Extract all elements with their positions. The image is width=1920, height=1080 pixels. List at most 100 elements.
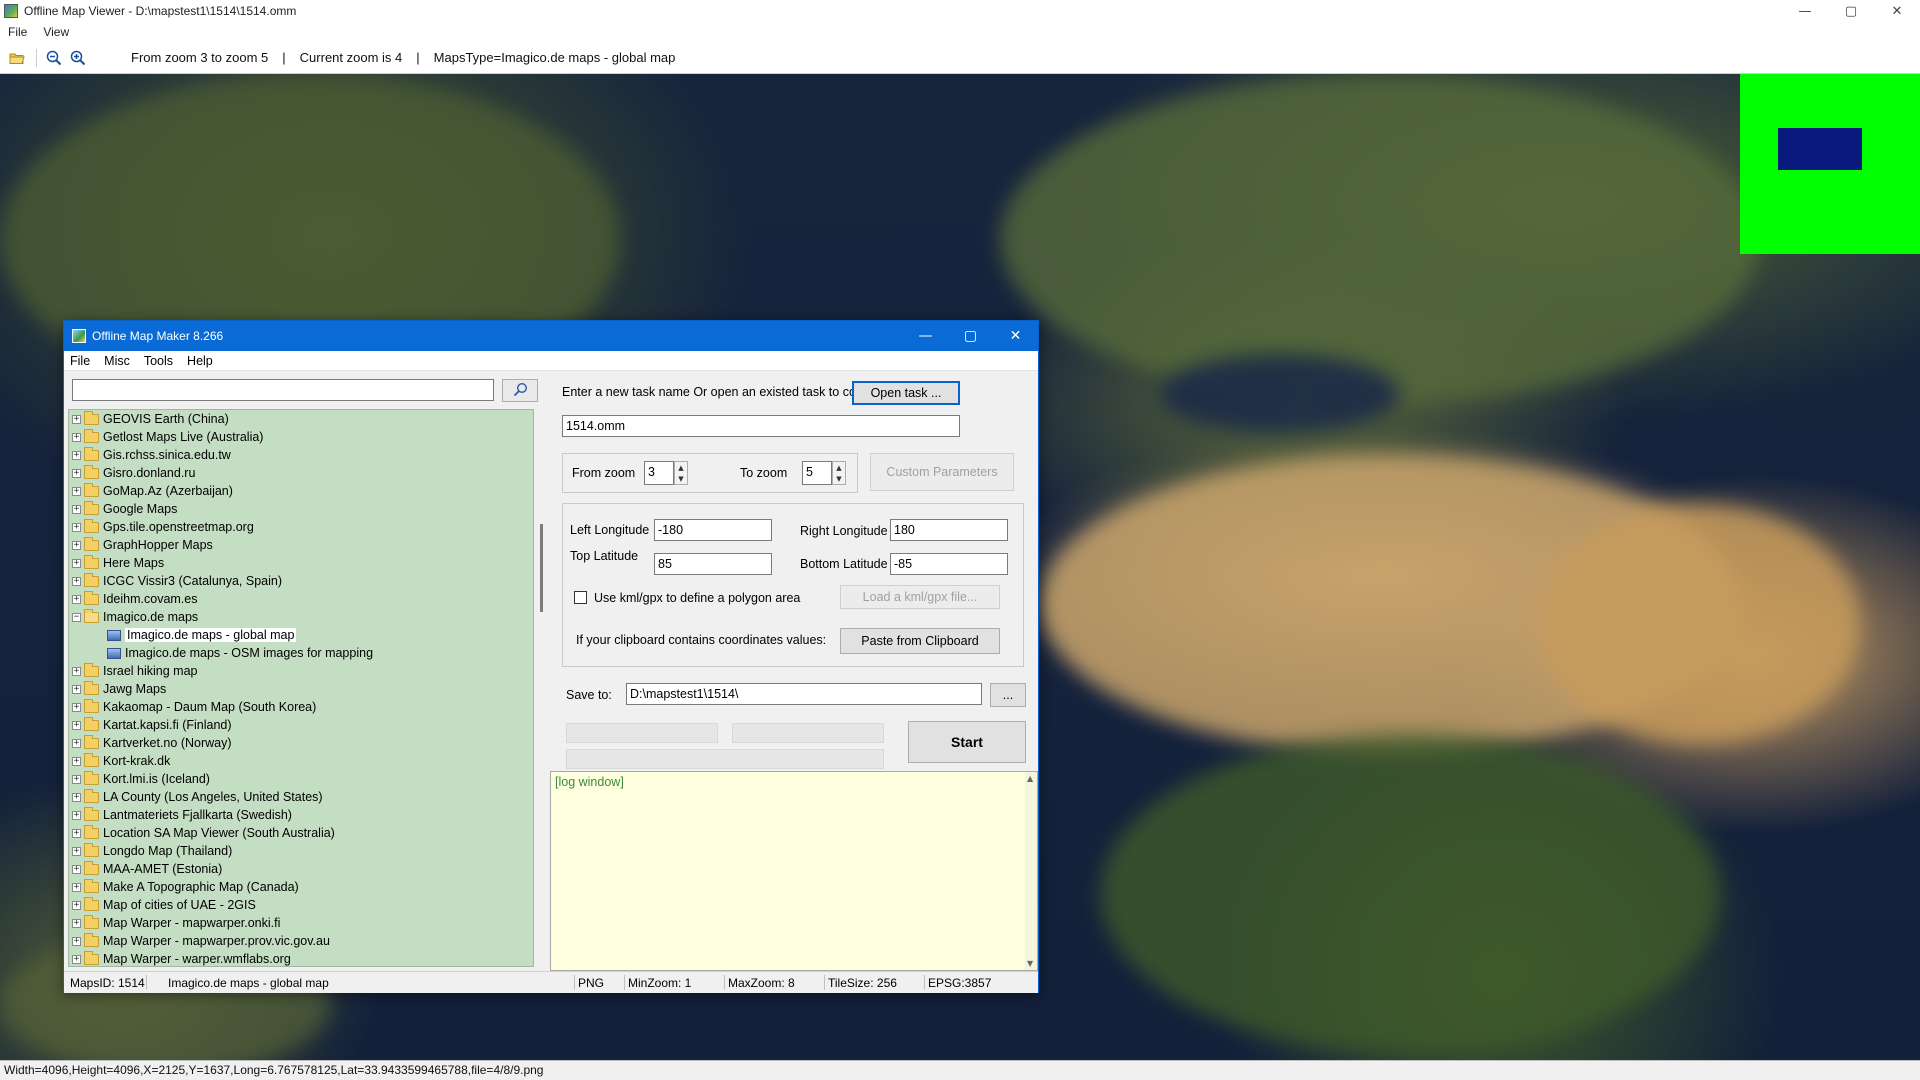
expand-icon[interactable]: + xyxy=(72,468,81,478)
save-path-field[interactable]: D:\mapstest1\1514\ xyxy=(626,683,982,705)
expand-icon[interactable]: + xyxy=(72,864,81,874)
paste-clipboard-button[interactable]: Paste from Clipboard xyxy=(840,628,1000,654)
tree-folder-item[interactable]: + ICGC Vissir3 (Catalunya, Spain) xyxy=(69,572,533,590)
tree-folder-item[interactable]: − Imagico.de maps xyxy=(69,608,533,626)
tree-map-item[interactable]: Imagico.de maps - global map xyxy=(69,626,533,644)
maximize-button[interactable]: ▢ xyxy=(1828,0,1874,22)
kml-polygon-checkbox[interactable] xyxy=(574,591,587,604)
expand-icon[interactable]: + xyxy=(72,684,81,694)
custom-parameters-button[interactable]: Custom Parameters xyxy=(870,453,1014,491)
tree-folder-item[interactable]: + Google Maps xyxy=(69,500,533,518)
spin-up-icon[interactable]: ▲ xyxy=(678,464,683,472)
expand-icon[interactable]: + xyxy=(72,666,81,676)
dialog-minimize-button[interactable]: — xyxy=(903,321,948,351)
tree-folder-item[interactable]: + Gisro.donland.ru xyxy=(69,464,533,482)
expand-icon[interactable]: + xyxy=(72,810,81,820)
tree-folder-item[interactable]: + GraphHopper Maps xyxy=(69,536,533,554)
log-window[interactable]: [log window] ▲ ▼ xyxy=(550,771,1038,971)
expand-icon[interactable]: + xyxy=(72,576,81,586)
expand-icon[interactable]: + xyxy=(72,792,81,802)
collapse-icon[interactable]: − xyxy=(72,612,81,622)
menu-file[interactable]: File xyxy=(8,25,27,39)
expand-icon[interactable]: + xyxy=(72,720,81,730)
expand-icon[interactable]: + xyxy=(72,540,81,550)
tree-folder-item[interactable]: + Here Maps xyxy=(69,554,533,572)
spin-down-icon[interactable]: ▼ xyxy=(836,475,841,483)
browse-button[interactable]: ... xyxy=(990,683,1026,707)
tree-folder-item[interactable]: + Gis.rchss.sinica.edu.tw xyxy=(69,446,533,464)
tree-folder-item[interactable]: + Lantmateriets Fjallkarta (Swedish) xyxy=(69,806,533,824)
left-longitude-field[interactable]: -180 xyxy=(654,519,772,541)
expand-icon[interactable]: + xyxy=(72,558,81,568)
expand-icon[interactable]: + xyxy=(72,522,81,532)
tree-folder-item[interactable]: + Kartverket.no (Norway) xyxy=(69,734,533,752)
expand-icon[interactable]: + xyxy=(72,756,81,766)
zoom-out-icon[interactable] xyxy=(43,47,65,69)
expand-icon[interactable]: + xyxy=(72,432,81,442)
expand-icon[interactable]: + xyxy=(72,702,81,712)
expand-icon[interactable]: + xyxy=(72,900,81,910)
dialog-maximize-button[interactable]: ▢ xyxy=(948,321,993,351)
tree-folder-item[interactable]: + Longdo Map (Thailand) xyxy=(69,842,533,860)
spin-up-icon[interactable]: ▲ xyxy=(836,464,841,472)
top-latitude-field[interactable]: 85 xyxy=(654,553,772,575)
menu-view[interactable]: View xyxy=(43,25,69,39)
tree-folder-item[interactable]: + Kort-krak.dk xyxy=(69,752,533,770)
tree-folder-item[interactable]: + GoMap.Az (Azerbaijan) xyxy=(69,482,533,500)
dialog-menu-tools[interactable]: Tools xyxy=(144,354,173,368)
scroll-up-icon[interactable]: ▲ xyxy=(1027,774,1033,783)
dialog-menu-file[interactable]: File xyxy=(70,354,90,368)
minimize-button[interactable]: — xyxy=(1782,0,1828,22)
expand-icon[interactable]: + xyxy=(72,486,81,496)
provider-tree[interactable]: + GEOVIS Earth (China) + Getlost Maps Live … xyxy=(68,409,534,967)
tree-folder-item[interactable]: + Israel hiking map xyxy=(69,662,533,680)
task-name-field[interactable]: 1514.omm xyxy=(562,415,960,437)
tree-folder-item[interactable]: + Jawg Maps xyxy=(69,680,533,698)
bottom-latitude-field[interactable]: -85 xyxy=(890,553,1008,575)
right-longitude-field[interactable]: 180 xyxy=(890,519,1008,541)
search-input[interactable] xyxy=(72,379,494,401)
expand-icon[interactable]: + xyxy=(72,450,81,460)
open-folder-icon[interactable] xyxy=(6,47,28,69)
expand-icon[interactable]: + xyxy=(72,504,81,514)
tree-folder-item[interactable]: + Kakaomap - Daum Map (South Korea) xyxy=(69,698,533,716)
expand-icon[interactable]: + xyxy=(72,828,81,838)
expand-icon[interactable]: + xyxy=(72,738,81,748)
expand-icon[interactable]: + xyxy=(72,936,81,946)
expand-icon[interactable]: + xyxy=(72,918,81,928)
overview-viewport-rect[interactable] xyxy=(1778,128,1862,170)
tree-folder-item[interactable]: + LA County (Los Angeles, United States) xyxy=(69,788,533,806)
open-task-button[interactable]: Open task ... xyxy=(852,381,960,405)
expand-icon[interactable]: + xyxy=(72,594,81,604)
log-scrollbar[interactable]: ▲ ▼ xyxy=(1025,772,1037,970)
search-button[interactable] xyxy=(502,379,538,402)
to-zoom-field[interactable]: 5 xyxy=(802,461,832,485)
spin-down-icon[interactable]: ▼ xyxy=(678,475,683,483)
tree-scrollbar[interactable] xyxy=(538,409,550,967)
expand-icon[interactable]: + xyxy=(72,882,81,892)
dialog-titlebar[interactable]: Offline Map Maker 8.266 — ▢ ✕ xyxy=(64,321,1038,351)
tree-folder-item[interactable]: + Ideihm.covam.es xyxy=(69,590,533,608)
tree-folder-item[interactable]: + Map of cities of UAE - 2GIS xyxy=(69,896,533,914)
dialog-menu-misc[interactable]: Misc xyxy=(104,354,130,368)
overview-minimap[interactable] xyxy=(1740,74,1920,254)
from-zoom-spinner[interactable]: ▲ ▼ xyxy=(674,461,688,485)
tree-scrollbar-thumb[interactable] xyxy=(540,524,543,612)
dialog-menu-help[interactable]: Help xyxy=(187,354,213,368)
from-zoom-field[interactable]: 3 xyxy=(644,461,674,485)
expand-icon[interactable]: + xyxy=(72,774,81,784)
dialog-close-button[interactable]: ✕ xyxy=(993,321,1038,351)
expand-icon[interactable]: + xyxy=(72,954,81,964)
to-zoom-spinner[interactable]: ▲ ▼ xyxy=(832,461,846,485)
tree-folder-item[interactable]: + GEOVIS Earth (China) xyxy=(69,410,533,428)
tree-folder-item[interactable]: + Map Warper - warper.wmflabs.org xyxy=(69,950,533,966)
tree-folder-item[interactable]: + Location SA Map Viewer (South Australia… xyxy=(69,824,533,842)
start-button[interactable]: Start xyxy=(908,721,1026,763)
tree-folder-item[interactable]: + Map Warper - mapwarper.prov.vic.gov.au xyxy=(69,932,533,950)
tree-folder-item[interactable]: + MAA-AMET (Estonia) xyxy=(69,860,533,878)
zoom-in-icon[interactable] xyxy=(67,47,89,69)
tree-folder-item[interactable]: + Gps.tile.openstreetmap.org xyxy=(69,518,533,536)
expand-icon[interactable]: + xyxy=(72,414,81,424)
tree-folder-item[interactable]: + Kort.lmi.is (Iceland) xyxy=(69,770,533,788)
tree-map-item[interactable]: Imagico.de maps - OSM images for mapping xyxy=(69,644,533,662)
